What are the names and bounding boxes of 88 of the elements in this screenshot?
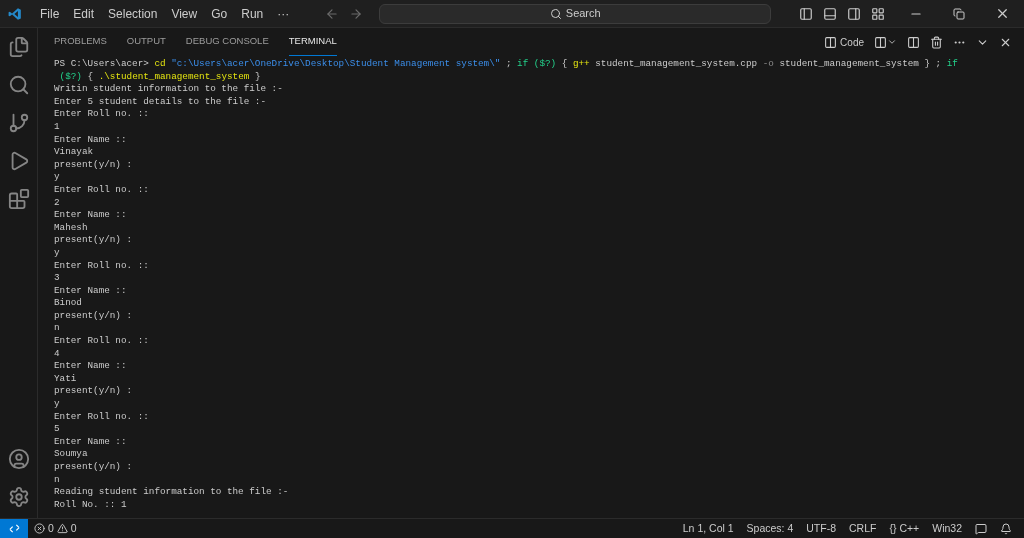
split-icon	[874, 35, 887, 49]
output-line: Roll No. :: 1	[54, 498, 127, 512]
secondary-sidebar-toggle-icon[interactable]	[847, 6, 861, 21]
output-line: Enter Roll no. ::	[54, 108, 149, 121]
output-line: Enter Roll no. ::	[54, 410, 149, 424]
source-control-icon[interactable]	[7, 112, 30, 134]
output-line: n	[54, 473, 60, 487]
status-item[interactable]: Win32	[932, 520, 962, 537]
command-line: PS C:\Users\acer> cd "c:\Users\acer\OneDrive\Desktop\Student Management system\" ; if ($?) { g++ student_management_system.cpp -o student_management_system } ; if	[54, 58, 958, 71]
search-placeholder: Search	[565, 6, 601, 22]
menu-item[interactable]: File	[34, 4, 66, 23]
menu-item[interactable]: Go	[205, 4, 234, 23]
search-icon[interactable]	[7, 74, 30, 96]
output-line: present(y/n) :	[54, 309, 133, 323]
forward-icon[interactable]	[349, 6, 364, 21]
output-line: Enter Name ::	[54, 435, 127, 449]
output-line: present(y/n) :	[54, 385, 133, 399]
feedback-icon[interactable]	[975, 522, 987, 535]
output-line: y	[54, 246, 60, 260]
output-line: Enter 5 student details to the file :-	[54, 95, 266, 109]
restore-icon[interactable]	[953, 7, 965, 20]
explorer-icon[interactable]	[7, 36, 30, 58]
error-count: 0	[48, 520, 54, 536]
output-line: Enter Name ::	[54, 284, 127, 298]
terminal-icon	[824, 35, 838, 49]
status-item[interactable]: UTF-8	[806, 520, 837, 537]
notifications-icon[interactable]	[1000, 522, 1012, 535]
close-icon[interactable]	[995, 6, 1010, 21]
panel-tab[interactable]: TERMINAL	[288, 28, 337, 56]
output-line: present(y/n) :	[54, 234, 133, 247]
menu-item[interactable]: Run	[235, 4, 270, 23]
output-line: 1	[54, 120, 60, 134]
status-item[interactable]: Spaces: 4	[746, 520, 794, 537]
output-line: Enter Name ::	[54, 133, 127, 147]
status-item[interactable]: Ln 1, Col 1	[682, 520, 734, 537]
output-line: Soumya	[54, 448, 88, 461]
terminal-selector[interactable]: Code	[824, 34, 864, 50]
back-icon[interactable]	[325, 6, 340, 21]
output-line: Enter Name ::	[54, 209, 127, 222]
output-line: 2	[54, 196, 60, 210]
sidebar-toggle-icon[interactable]	[799, 6, 813, 21]
split-terminal-icon[interactable]	[907, 35, 920, 49]
trash-icon[interactable]	[930, 35, 943, 49]
search-field[interactable]: Search	[379, 3, 772, 24]
command-line: ($?) { .\student_management_system }	[58, 70, 261, 84]
output-line: Vinayak	[54, 146, 94, 159]
output-line: Enter Roll no. ::	[54, 259, 149, 273]
menu-item[interactable]: View	[165, 4, 204, 23]
remote-button[interactable]	[0, 519, 28, 538]
error-icon	[34, 523, 45, 534]
output-line: 5	[54, 423, 60, 436]
output-line: Mahesh	[54, 221, 88, 235]
output-line: Enter Name ::	[54, 360, 127, 373]
terminal-name: Code	[840, 35, 864, 50]
panel-tab[interactable]: OUTPUT	[126, 28, 166, 56]
output-line: 3	[54, 272, 60, 285]
output-line: Enter Roll no. ::	[54, 335, 149, 348]
menu-item[interactable]: Edit	[67, 4, 101, 23]
output-line: Binod	[54, 297, 82, 310]
app-logo-icon	[8, 6, 22, 21]
output-line: y	[54, 398, 60, 411]
account-icon[interactable]	[7, 448, 30, 470]
search-icon	[549, 7, 562, 20]
panel-tab[interactable]: DEBUG CONSOLE	[185, 28, 269, 56]
status-item[interactable]: {} C++	[889, 520, 920, 537]
output-line: present(y/n) :	[54, 461, 133, 474]
warning-icon	[56, 523, 68, 534]
caret-icon	[887, 37, 897, 47]
panel-toggle-icon[interactable]	[823, 6, 837, 21]
output-line: 4	[54, 347, 60, 361]
settings-icon[interactable]	[7, 486, 30, 508]
warning-count: 0	[70, 520, 77, 536]
output-line: Enter Roll no. ::	[54, 183, 149, 197]
output-line: n	[54, 322, 60, 336]
split-dropdown[interactable]	[874, 35, 897, 49]
layout-icon[interactable]	[871, 6, 885, 21]
output-line: Writin student information to the file :-	[54, 83, 283, 96]
status-item[interactable]: CRLF	[849, 520, 877, 537]
extensions-icon[interactable]	[7, 188, 30, 210]
output-line: y	[54, 171, 60, 184]
panel-tab[interactable]: PROBLEMS	[54, 28, 107, 56]
remote-icon	[8, 523, 20, 534]
output-line: Yati	[54, 372, 77, 386]
menu-item[interactable]: Selection	[102, 4, 164, 23]
problems-indicator[interactable]: 0 0	[34, 520, 77, 537]
menu-item[interactable]: ···	[271, 4, 296, 23]
output-line: present(y/n) :	[54, 158, 133, 172]
output-line: Reading student information to the file :-	[54, 486, 289, 499]
